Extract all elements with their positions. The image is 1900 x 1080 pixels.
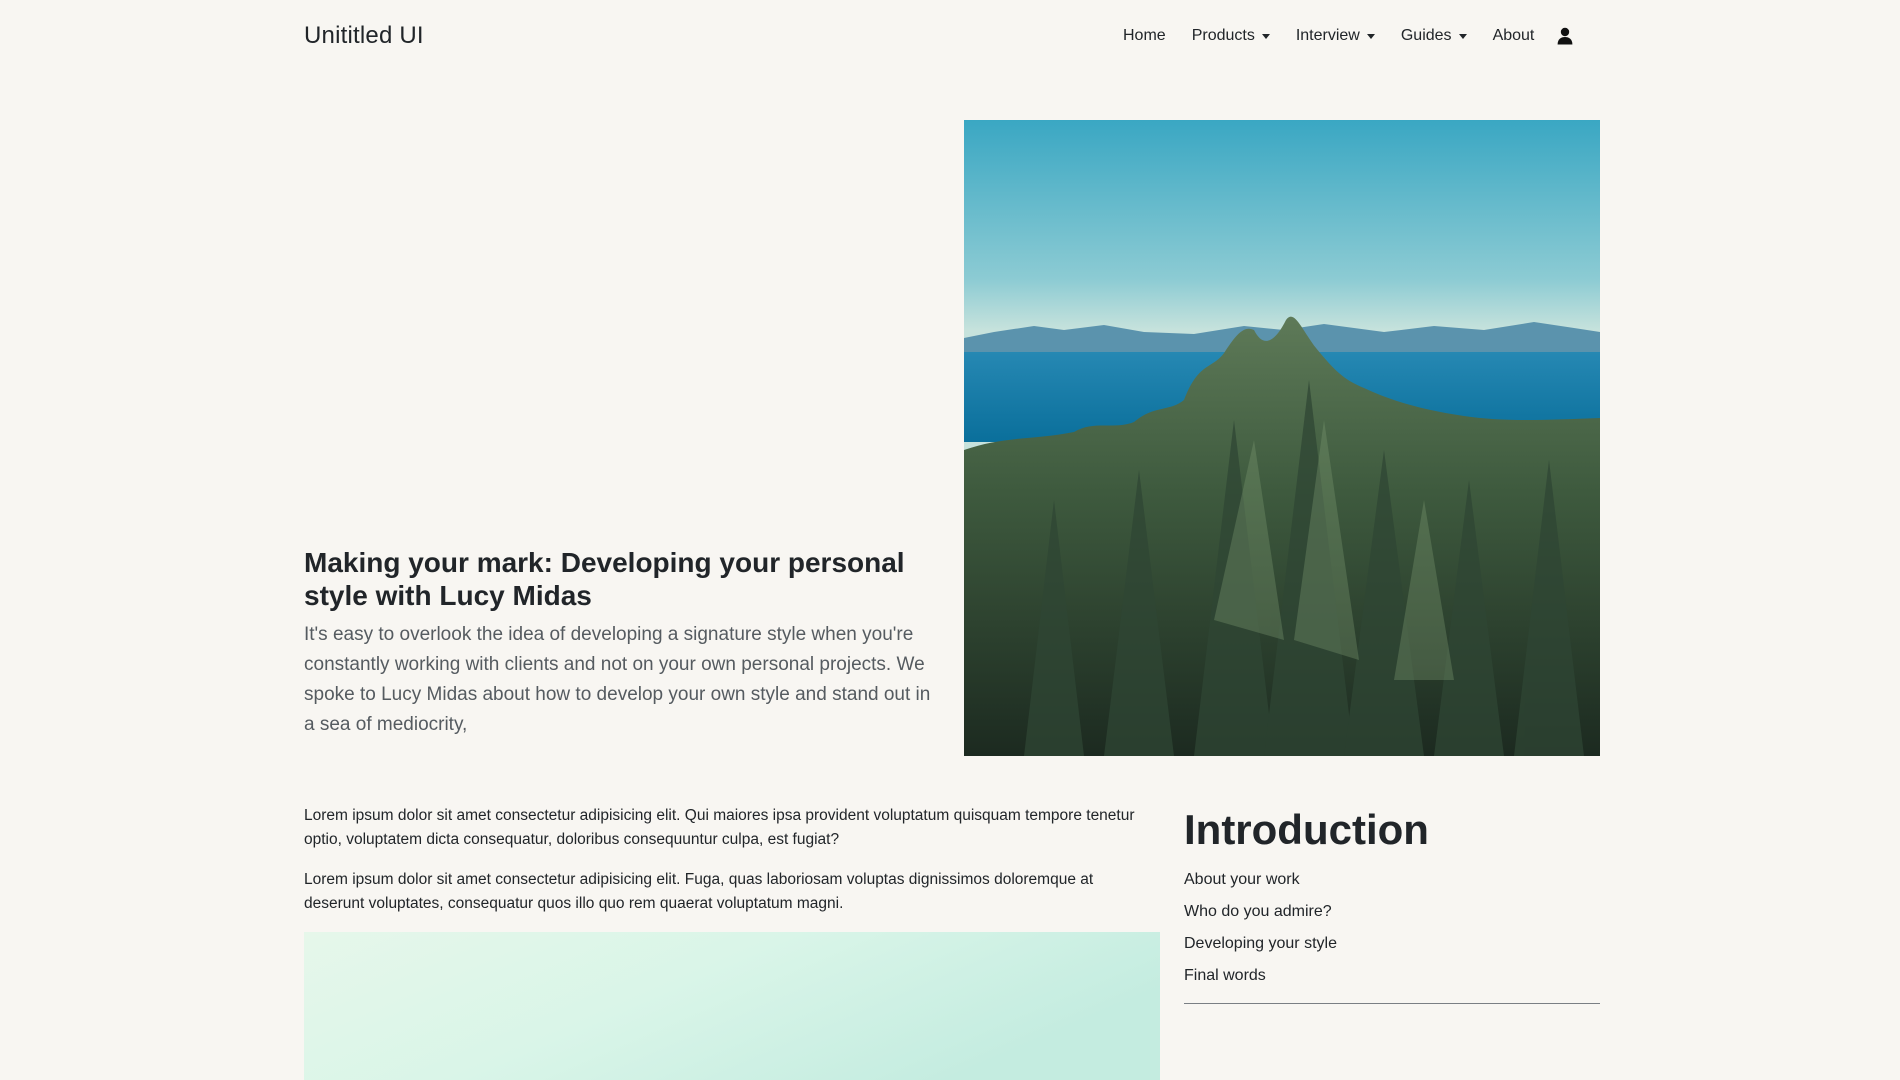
toc-title: Introduction	[1184, 806, 1429, 853]
toc-item-developing-your-style[interactable]: Developing your style	[1184, 928, 1337, 960]
navbar: Unititled UI Home Products Interview Gui…	[0, 0, 1900, 74]
caret-down-icon	[1261, 34, 1270, 39]
user-account-button[interactable]	[1555, 24, 1575, 48]
nav-item-interview[interactable]: Interview	[1283, 24, 1388, 48]
nav-item-about[interactable]: About	[1480, 24, 1548, 48]
nav-item-guides[interactable]: Guides	[1388, 24, 1480, 48]
article-lead: It's easy to overlook the idea of develo…	[304, 624, 931, 735]
nav-item-label: Products	[1191, 27, 1255, 44]
caret-down-icon	[1366, 34, 1375, 39]
toc-item-final-words[interactable]: Final words	[1184, 960, 1337, 992]
user-icon	[1557, 27, 1573, 45]
nav-item-label: Guides	[1400, 27, 1452, 44]
nav-item-label: About	[1492, 27, 1535, 44]
nav-item-home[interactable]: Home	[1110, 24, 1179, 48]
divider	[1184, 1003, 1600, 1004]
toc-item-about-your-work[interactable]: About your work	[1184, 864, 1337, 896]
brand-logo[interactable]: Unititled UI	[304, 22, 424, 50]
nav-menu: Home Products Interview Guides About	[1110, 24, 1575, 48]
article-paragraph: Lorem ipsum dolor sit amet consectetur a…	[304, 807, 1135, 848]
toc-list: About your work Who do you admire? Devel…	[1184, 864, 1337, 992]
article-paragraph: Lorem ipsum dolor sit amet consectetur a…	[304, 871, 1094, 912]
toc-item-who-do-you-admire[interactable]: Who do you admire?	[1184, 896, 1337, 928]
nav-item-label: Home	[1123, 27, 1166, 44]
article-image	[304, 932, 1160, 1080]
caret-down-icon	[1458, 34, 1467, 39]
hero-image	[964, 120, 1600, 756]
nav-item-products[interactable]: Products	[1179, 24, 1283, 48]
nav-item-label: Interview	[1295, 27, 1360, 44]
article-title: Making your mark: Developing your person…	[304, 547, 905, 611]
